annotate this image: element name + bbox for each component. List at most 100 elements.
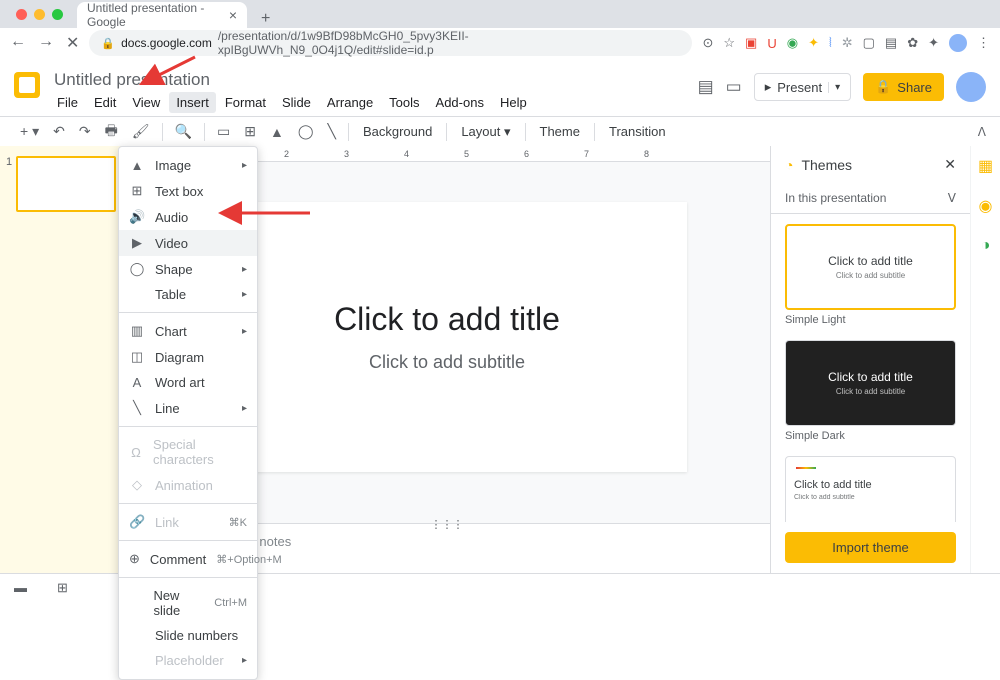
slides-logo-icon[interactable] (14, 72, 40, 98)
paint-format-button[interactable]: 🖌 (126, 119, 156, 144)
extension-icon[interactable]: ▢ (863, 35, 875, 51)
shape-button[interactable]: ◯ (292, 119, 320, 144)
chevron-right-icon: ▸ (242, 289, 247, 300)
menu-view[interactable]: View (125, 92, 167, 113)
sidebar-tasks-icon[interactable]: ◑ (971, 226, 1000, 266)
themes-section-toggle[interactable]: In this presentation ᐯ (771, 183, 970, 214)
collapse-toolbar-icon[interactable]: ᐱ (978, 125, 986, 139)
transition-button[interactable]: Transition (601, 120, 674, 143)
menu-item-new-slide[interactable]: New slideCtrl+M (119, 583, 257, 623)
extension-icon[interactable]: ✲ (842, 35, 853, 51)
menu-item-slide-numbers[interactable]: Slide numbers (119, 623, 257, 648)
menu-item-textbox[interactable]: ⊞Text box (119, 178, 257, 204)
grid-view-icon[interactable]: ⊞ (57, 580, 68, 596)
menu-item-animation: ◇Animation (119, 472, 257, 498)
select-button[interactable]: ▭ (211, 119, 236, 144)
window-minimize-icon[interactable] (34, 9, 45, 20)
new-tab-button[interactable]: + (253, 10, 278, 28)
menu-insert[interactable]: Insert (169, 92, 216, 113)
extension-icon[interactable]: ⦚ (829, 35, 832, 51)
menu-help[interactable]: Help (493, 92, 534, 113)
slide-thumbnail[interactable] (16, 156, 116, 212)
menu-item-comment[interactable]: ⊕Comment⌘+Option+M (119, 546, 257, 572)
stop-button[interactable]: ✕ (66, 33, 79, 53)
share-button[interactable]: 🔒 Share (863, 73, 944, 101)
menu-slide[interactable]: Slide (275, 92, 318, 113)
insert-dropdown-menu: ▲Image▸ ⊞Text box 🔊Audio ▶Video ◯Shape▸ … (118, 146, 258, 680)
slide-canvas[interactable]: Click to add title Click to add subtitle (207, 202, 687, 472)
menu-item-line[interactable]: ╲Line▸ (119, 395, 257, 421)
redo-button[interactable]: ↷ (73, 119, 97, 144)
menu-tools[interactable]: Tools (382, 92, 426, 113)
slide-title-placeholder[interactable]: Click to add title (334, 301, 560, 338)
zoom-button[interactable]: 🔍 (169, 119, 198, 144)
line-button[interactable]: ╲ (322, 119, 342, 144)
undo-button[interactable]: ↶ (47, 119, 71, 144)
slide-subtitle-placeholder[interactable]: Click to add subtitle (369, 352, 525, 373)
menu-item-chart[interactable]: ▥Chart▸ (119, 318, 257, 344)
filmstrip-view-icon[interactable]: ▬ (14, 580, 27, 595)
extension-icon[interactable]: ◉ (787, 35, 798, 51)
extension-icon[interactable]: U (767, 36, 776, 51)
theme-streamline[interactable]: Click to add title Click to add subtitle (785, 456, 956, 522)
chevron-right-icon: ▸ (242, 264, 247, 275)
chevron-right-icon: ▸ (242, 403, 247, 414)
new-slide-button[interactable]: + ▾ (14, 119, 45, 144)
theme-simple-dark[interactable]: Click to add title Click to add subtitle (785, 340, 956, 426)
star-icon[interactable]: ☆ (723, 35, 735, 51)
image-button[interactable]: ▲ (264, 120, 290, 144)
annotation-arrow (232, 207, 312, 222)
audio-icon: 🔊 (129, 209, 145, 225)
chevron-down-icon: ᐯ (948, 191, 956, 205)
url-path: /presentation/d/1w9BfD98bMcGH0_5pvy3KEII… (218, 29, 681, 57)
browser-tab[interactable]: Untitled presentation - Google × (77, 2, 247, 28)
layout-button[interactable]: Layout ▾ (453, 120, 518, 144)
annotation-arrow (150, 52, 200, 85)
drag-handle-icon[interactable]: ⋮⋮⋮ (431, 518, 464, 531)
import-theme-button[interactable]: Import theme (785, 532, 956, 563)
menu-item-table[interactable]: Table▸ (119, 282, 257, 307)
background-button[interactable]: Background (355, 120, 440, 143)
theme-simple-light[interactable]: Click to add title Click to add subtitle (785, 224, 956, 310)
diagram-icon: ◫ (129, 349, 145, 365)
window-maximize-icon[interactable] (52, 9, 63, 20)
account-avatar[interactable] (956, 72, 986, 102)
menu-arrange[interactable]: Arrange (320, 92, 380, 113)
menu-format[interactable]: Format (218, 92, 273, 113)
sidebar-keep-icon[interactable]: ◉ (971, 186, 1000, 226)
forward-button[interactable]: → (38, 33, 54, 53)
close-panel-icon[interactable]: ✕ (944, 156, 956, 173)
textbox-button[interactable]: ⊞ (238, 119, 262, 144)
theme-name: Simple Dark (785, 426, 956, 452)
print-button[interactable]: 🖶 (99, 116, 124, 148)
menu-file[interactable]: File (50, 92, 85, 113)
profile-avatar[interactable] (949, 34, 967, 52)
comments-icon[interactable]: ▤ (698, 77, 714, 97)
menu-item-shape[interactable]: ◯Shape▸ (119, 256, 257, 282)
extension-icon[interactable]: ▣ (745, 35, 757, 51)
document-title[interactable]: Untitled presentation (50, 66, 688, 91)
search-icon[interactable]: ⊙ (702, 35, 713, 51)
play-icon: ▸ (765, 79, 772, 95)
extension-icon[interactable]: ▤ (885, 35, 897, 51)
menu-item-video[interactable]: ▶Video (119, 230, 257, 256)
theme-button[interactable]: Theme (532, 120, 588, 143)
menu-item-diagram[interactable]: ◫Diagram (119, 344, 257, 370)
extension-icon[interactable]: ✦ (808, 35, 819, 51)
sidebar-calendar-icon[interactable]: ▦ (971, 146, 1000, 186)
back-button[interactable]: ← (10, 33, 26, 53)
close-tab-icon[interactable]: × (229, 7, 237, 23)
menu-item-wordart[interactable]: AWord art (119, 370, 257, 395)
lock-icon: 🔒 (875, 79, 891, 95)
chart-icon: ▥ (129, 323, 145, 339)
extension-icon[interactable]: ✿ (907, 35, 918, 51)
present-button[interactable]: ▸ Present ▾ (754, 73, 851, 101)
slideshow-icon[interactable]: ▭ (726, 77, 742, 97)
menu-item-image[interactable]: ▲Image▸ (119, 153, 257, 178)
kebab-icon[interactable]: ⋮ (977, 35, 990, 51)
puzzle-icon[interactable]: ✦ (928, 35, 939, 51)
chevron-down-icon[interactable]: ▾ (828, 82, 840, 93)
menu-addons[interactable]: Add-ons (429, 92, 491, 113)
menu-edit[interactable]: Edit (87, 92, 123, 113)
window-close-icon[interactable] (16, 9, 27, 20)
